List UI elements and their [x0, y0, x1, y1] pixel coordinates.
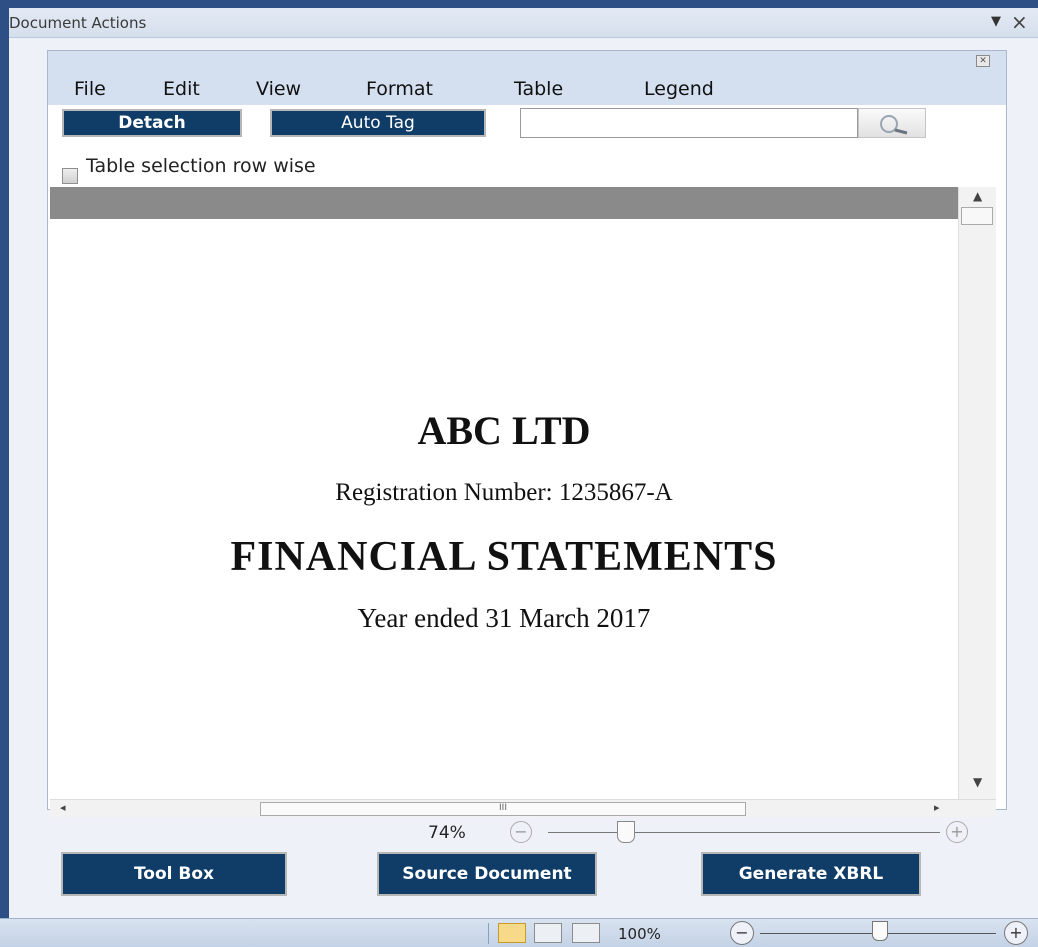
status-zoom-in-icon[interactable]: + — [1004, 921, 1028, 945]
detach-button[interactable]: Detach — [62, 109, 242, 137]
window-frame-top — [0, 0, 1038, 8]
horizontal-scroll-thumb[interactable]: III — [260, 802, 746, 816]
viewer-header-bar — [50, 187, 958, 219]
vertical-scrollbar[interactable]: ▲ ▼ — [958, 187, 996, 799]
status-zoom-thumb[interactable] — [872, 921, 888, 941]
row-wise-checkbox[interactable] — [62, 168, 78, 184]
menu-item-view[interactable]: View — [256, 78, 301, 100]
menu-item-file[interactable]: File — [74, 78, 106, 100]
document-company-name: ABC LTD — [417, 408, 591, 453]
status-separator — [488, 923, 489, 944]
full-screen-view-icon[interactable] — [534, 923, 562, 943]
print-layout-view-icon[interactable] — [498, 923, 526, 943]
status-zoom-out-icon[interactable]: − — [730, 921, 754, 945]
menu-item-format[interactable]: Format — [366, 78, 433, 100]
status-zoom-level: 100% — [618, 925, 661, 943]
zoom-in-icon[interactable]: + — [946, 821, 968, 843]
scroll-right-arrow-icon[interactable]: ▸ — [934, 801, 940, 814]
document-heading: FINANCIAL STATEMENTS — [230, 534, 778, 580]
document-year: Year ended 31 March 2017 — [357, 603, 651, 633]
dropdown-arrow-icon[interactable]: ▼ — [991, 14, 1001, 29]
document-actions-pane: Document Actions ▼ × File Edit View Form… — [9, 8, 1038, 918]
close-icon[interactable]: × — [1011, 10, 1028, 34]
menu-bar: File Edit View Format Table Legend ✕ — [48, 51, 1006, 105]
scroll-up-arrow-icon[interactable]: ▲ — [973, 189, 982, 203]
auto-tag-button[interactable]: Auto Tag — [270, 109, 486, 137]
tool-box-button[interactable]: Tool Box — [61, 852, 287, 896]
pane-titlebar: Document Actions ▼ × — [9, 8, 1038, 38]
menu-item-legend[interactable]: Legend — [644, 78, 714, 100]
scroll-left-arrow-icon[interactable]: ◂ — [60, 801, 66, 814]
zoom-out-icon[interactable]: − — [510, 821, 532, 843]
document-zoom-level: 74% — [428, 823, 466, 843]
search-input[interactable] — [520, 108, 858, 138]
generate-xbrl-button[interactable]: Generate XBRL — [701, 852, 921, 896]
document-viewer: ABC LTD Registration Number: 1235867-A F… — [50, 187, 996, 817]
source-document-button[interactable]: Source Document — [377, 852, 597, 896]
pane-title: Document Actions — [9, 14, 147, 32]
window-frame-left — [0, 0, 9, 947]
scroll-down-arrow-icon[interactable]: ▼ — [973, 775, 982, 789]
zoom-slider-thumb[interactable] — [617, 821, 635, 843]
menu-item-edit[interactable]: Edit — [163, 78, 200, 100]
web-layout-view-icon[interactable] — [572, 923, 600, 943]
menu-item-table[interactable]: Table — [514, 78, 563, 100]
row-wise-label: Table selection row wise — [86, 155, 316, 177]
status-bar: 100% − + — [0, 918, 1038, 947]
horizontal-scrollbar[interactable]: ◂ III ▸ — [50, 799, 996, 817]
search-icon — [880, 115, 908, 135]
vertical-scroll-thumb[interactable] — [961, 207, 993, 225]
xbrl-panel: File Edit View Format Table Legend ✕ Det… — [47, 50, 1007, 843]
document-registration: Registration Number: 1235867-A — [335, 479, 673, 506]
panel-close-icon[interactable]: ✕ — [976, 55, 990, 67]
search-button[interactable] — [858, 108, 926, 138]
zoom-slider-track[interactable] — [548, 832, 940, 833]
